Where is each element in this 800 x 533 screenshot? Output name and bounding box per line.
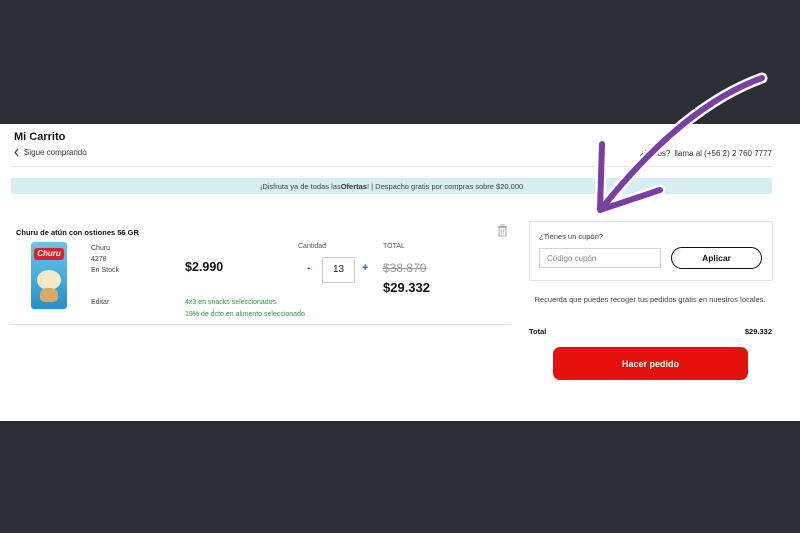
quantity-decrease-button[interactable]: -	[307, 262, 311, 274]
coupon-question: ¿Tienes un cupón?	[539, 232, 603, 241]
promo-item: 4x3 en snacks seleccionados.	[185, 299, 278, 306]
place-order-button[interactable]: Hacer pedido	[553, 347, 748, 380]
page-title: Mi Carrito	[14, 131, 66, 143]
product-name[interactable]: Churu de atún con ostiones 56 GR	[16, 228, 139, 237]
banner-offers-link[interactable]: Ofertas	[341, 182, 367, 191]
quantity-label: Cantidad	[298, 243, 327, 250]
help-phone[interactable]: llama al (+56 2) 2 760 7777	[674, 149, 772, 158]
divider	[11, 324, 511, 325]
product-bowl-graphic	[37, 270, 61, 290]
cart-page: Mi Carrito Sigue comprando ¿lamos? llama …	[0, 124, 800, 421]
promo-list: 4x3 en snacks seleccionados. 19% de dcto…	[185, 297, 307, 321]
discounted-total: $29.332	[383, 280, 430, 295]
quantity-input[interactable]: 13	[322, 257, 355, 283]
product-stock: En Stock	[91, 267, 120, 274]
unit-price: $2.990	[185, 260, 224, 274]
pickup-note: Recuerda que puedes recoger tus pedidos …	[534, 295, 766, 304]
product-logo: Churu	[34, 248, 64, 260]
product-cat-graphic	[40, 288, 58, 302]
summary-total-label: Total	[529, 327, 547, 336]
edit-link[interactable]: Editar	[91, 299, 109, 306]
coupon-input[interactable]	[539, 248, 661, 268]
total-label: TOTAL	[383, 243, 405, 250]
offers-banner: ¡Disfruta ya de todas las Ofertas! | Des…	[11, 178, 772, 194]
back-link[interactable]: Sigue comprando	[13, 148, 87, 157]
quantity-increase-button[interactable]: +	[362, 262, 368, 274]
banner-suffix: ! | Despacho gratis por compras sobre $2…	[366, 181, 524, 191]
coupon-panel: ¿Tienes un cupón? Aplicar	[529, 221, 773, 281]
trash-icon[interactable]	[497, 224, 508, 237]
banner-prefix: ¡Disfruta ya de todas las	[259, 181, 341, 191]
back-link-label: Sigue comprando	[24, 148, 87, 157]
summary-total-value: $29.332	[744, 327, 772, 336]
chevron-left-icon	[14, 148, 19, 157]
product-meta: Churu 4278 En Stock	[91, 243, 119, 276]
help-text: lamos?	[644, 149, 671, 158]
promo-item: 19% de dcto en alimento seleccionado.	[185, 311, 307, 318]
help-line: ¿lamos? llama al (+56 2) 2 760 7777	[640, 149, 772, 158]
product-sku: 4278	[91, 256, 107, 263]
product-image[interactable]: Churu	[31, 242, 67, 309]
divider	[11, 166, 772, 167]
original-total: $38.870	[383, 261, 427, 275]
apply-coupon-button[interactable]: Aplicar	[671, 247, 762, 269]
product-brand: Churu	[91, 245, 111, 252]
